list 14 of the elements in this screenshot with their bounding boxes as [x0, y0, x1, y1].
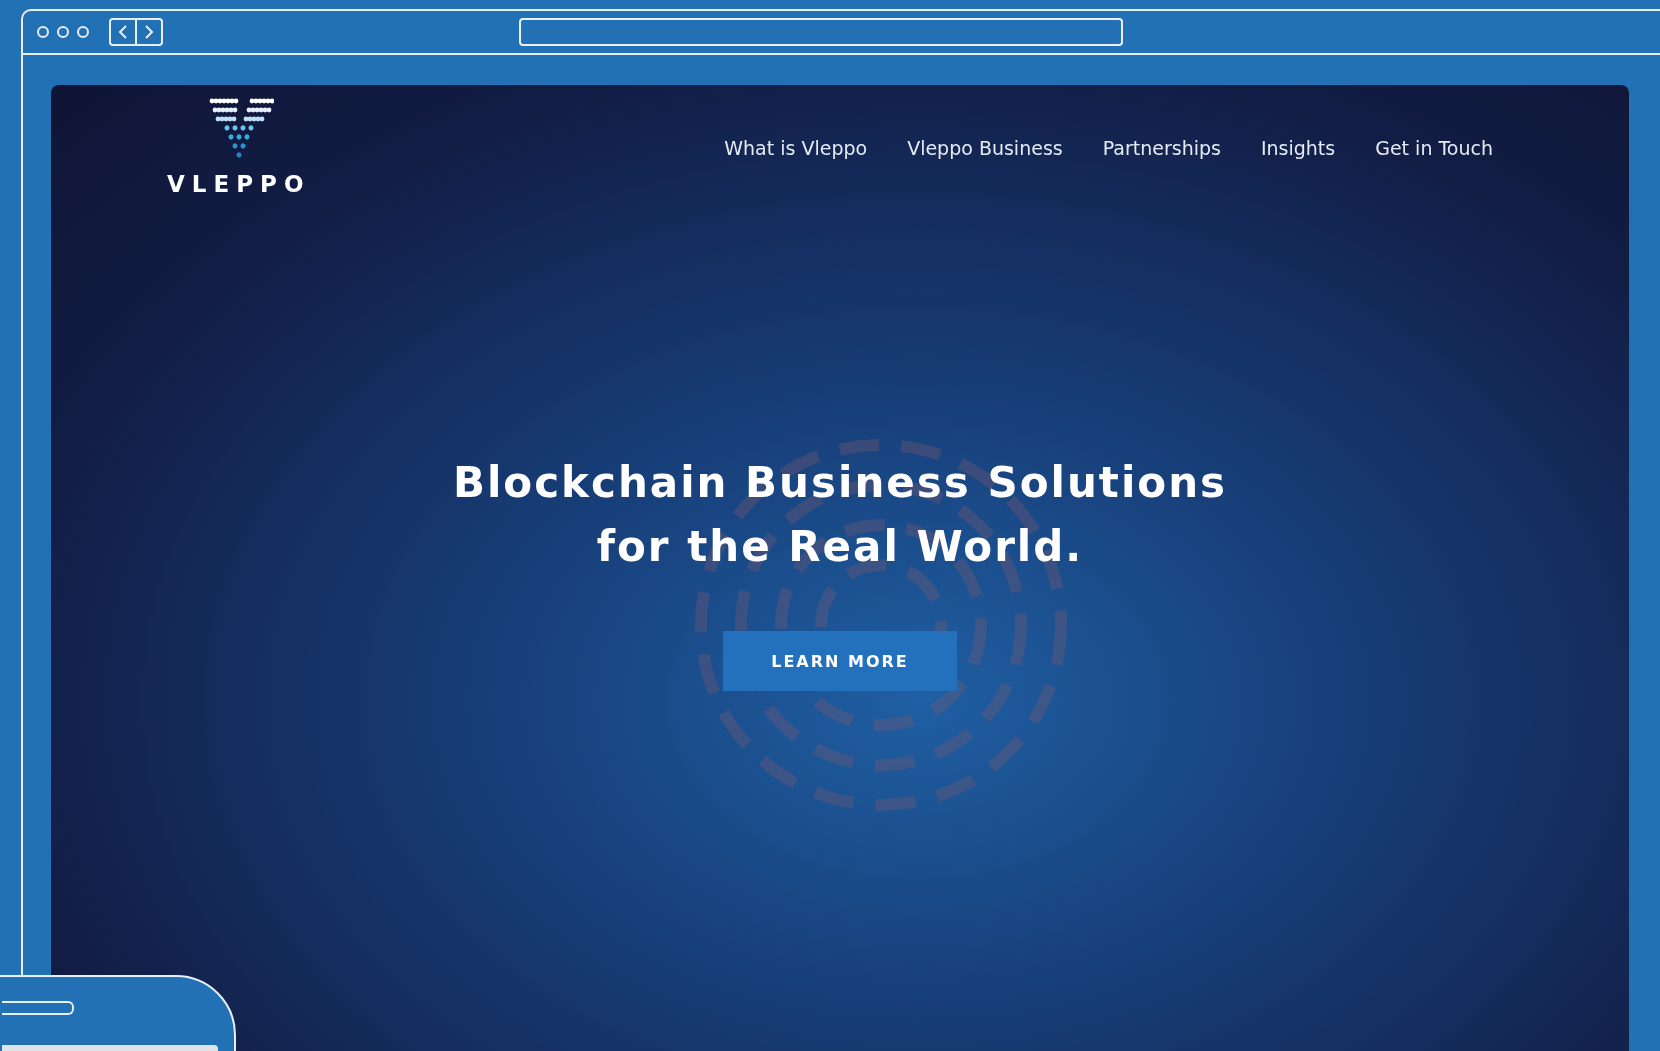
nav-link[interactable]: Vleppo Business	[907, 137, 1063, 159]
chevron-left-icon	[118, 25, 128, 39]
window-control-icon[interactable]	[37, 26, 49, 38]
nav-link[interactable]: Get in Touch	[1375, 137, 1493, 159]
hero-headline: Blockchain Business Solutions for the Real World.	[452, 457, 1228, 573]
address-bar[interactable]	[519, 18, 1123, 46]
chevron-right-icon	[144, 25, 154, 39]
nav-link[interactable]: Partnerships	[1102, 137, 1221, 159]
window-control-icon[interactable]	[77, 26, 89, 38]
window-control-icon[interactable]	[57, 26, 69, 38]
logo-text: VLEPPO	[167, 171, 311, 197]
learn-more-button[interactable]: LEARN MORE	[723, 631, 957, 691]
nav-link[interactable]: Insights	[1260, 137, 1336, 159]
nav-link[interactable]: What is Vleppo	[724, 137, 868, 159]
